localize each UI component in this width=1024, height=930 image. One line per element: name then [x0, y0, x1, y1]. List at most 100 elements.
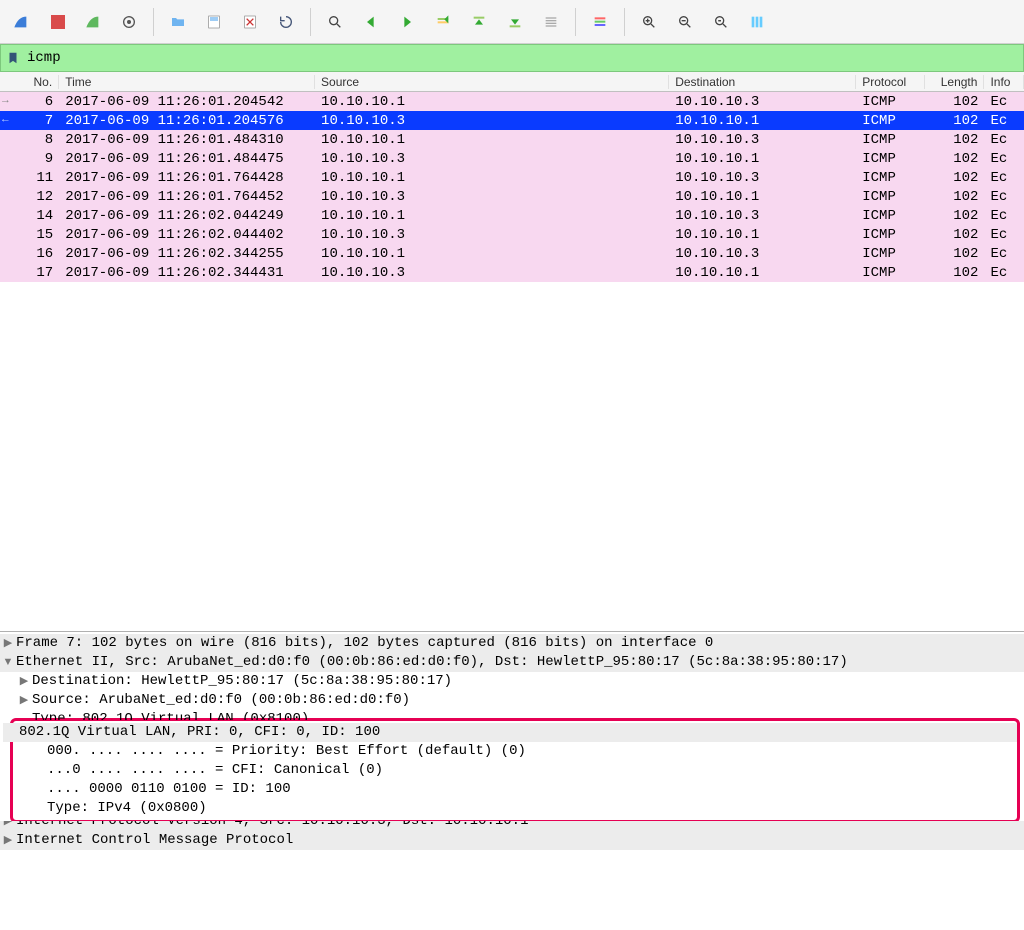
cell-no: 8 [0, 132, 59, 148]
tree-vlan[interactable]: 802.1Q Virtual LAN, PRI: 0, CFI: 0, ID: … [3, 723, 1017, 742]
tree-ethernet[interactable]: ▼ Ethernet II, Src: ArubaNet_ed:d0:f0 (0… [0, 653, 1024, 672]
resize-columns-icon[interactable] [742, 7, 772, 37]
column-header-source[interactable]: Source [315, 75, 669, 89]
save-file-icon[interactable] [199, 7, 229, 37]
cell-src: 10.10.10.1 [315, 246, 669, 262]
cell-no: 11 [0, 170, 59, 186]
tree-label: Destination: HewlettP_95:80:17 (5c:8a:38… [32, 672, 452, 691]
tree-vlan-pri[interactable]: 000. .... .... .... = Priority: Best Eff… [15, 742, 1017, 761]
go-first-icon[interactable] [464, 7, 494, 37]
zoom-reset-icon[interactable] [706, 7, 736, 37]
close-file-icon[interactable] [235, 7, 265, 37]
cell-time: 2017-06-09 11:26:01.764428 [59, 170, 315, 186]
tree-frame[interactable]: ▶ Frame 7: 102 bytes on wire (816 bits),… [0, 634, 1024, 653]
cell-prot: ICMP [856, 151, 925, 167]
packet-details-pane[interactable]: ▶ Frame 7: 102 bytes on wire (816 bits),… [0, 632, 1024, 930]
tree-eth-dst[interactable]: ▶ Destination: HewlettP_95:80:17 (5c:8a:… [0, 672, 1024, 691]
bookmark-icon[interactable] [5, 50, 21, 66]
vlan-highlight-box: 802.1Q Virtual LAN, PRI: 0, CFI: 0, ID: … [10, 718, 1020, 823]
cell-no: 12 [0, 189, 59, 205]
cell-dst: 10.10.10.1 [669, 227, 856, 243]
packet-row[interactable]: 122017-06-09 11:26:01.76445210.10.10.310… [0, 187, 1024, 206]
zoom-out-icon[interactable] [670, 7, 700, 37]
go-last-icon[interactable] [500, 7, 530, 37]
cell-len: 102 [925, 265, 984, 281]
tree-label: 000. .... .... .... = Priority: Best Eff… [47, 742, 526, 761]
tree-label: Type: IPv4 (0x0800) [47, 799, 207, 818]
cell-no: 15 [0, 227, 59, 243]
open-file-icon[interactable] [163, 7, 193, 37]
cell-info: Ec [984, 265, 1024, 281]
tree-label: 802.1Q Virtual LAN, PRI: 0, CFI: 0, ID: … [19, 723, 380, 742]
column-header-info[interactable]: Info [984, 75, 1024, 89]
expand-toggle-icon[interactable]: ▶ [0, 634, 16, 653]
tree-eth-src[interactable]: ▶ Source: ArubaNet_ed:d0:f0 (00:0b:86:ed… [0, 691, 1024, 710]
go-back-icon[interactable] [356, 7, 386, 37]
packet-row[interactable]: 112017-06-09 11:26:01.76442810.10.10.110… [0, 168, 1024, 187]
cell-prot: ICMP [856, 189, 925, 205]
go-forward-icon[interactable] [392, 7, 422, 37]
column-header-length[interactable]: Length [925, 75, 984, 89]
packet-list-body[interactable]: →62017-06-09 11:26:01.20454210.10.10.110… [0, 92, 1024, 631]
cell-len: 102 [925, 170, 984, 186]
collapse-toggle-icon[interactable]: ▼ [0, 653, 16, 672]
packet-list-header[interactable]: No. Time Source Destination Protocol Len… [0, 72, 1024, 92]
cell-dst: 10.10.10.1 [669, 113, 856, 129]
autoscroll-icon[interactable] [536, 7, 566, 37]
restart-capture-icon[interactable] [78, 7, 108, 37]
colorize-icon[interactable] [585, 7, 615, 37]
packet-row[interactable]: 82017-06-09 11:26:01.48431010.10.10.110.… [0, 130, 1024, 149]
capture-options-icon[interactable] [114, 7, 144, 37]
toolbar-separator [575, 8, 576, 36]
tree-label: Frame 7: 102 bytes on wire (816 bits), 1… [16, 634, 713, 653]
tree-vlan-cfi[interactable]: ...0 .... .... .... = CFI: Canonical (0) [15, 761, 1017, 780]
tree-vlan-type[interactable]: Type: IPv4 (0x0800) [15, 799, 1017, 818]
expand-toggle-icon[interactable]: ▶ [0, 821, 16, 831]
expand-toggle-icon[interactable]: ▶ [16, 672, 32, 691]
main-toolbar [0, 0, 1024, 44]
cell-info: Ec [984, 189, 1024, 205]
display-filter-input[interactable] [25, 48, 1019, 68]
cell-info: Ec [984, 94, 1024, 110]
tree-icmp[interactable]: ▶ Internet Control Message Protocol [0, 831, 1024, 850]
display-filter-bar [0, 44, 1024, 72]
expand-toggle-icon[interactable]: ▶ [0, 831, 16, 850]
expand-toggle-icon[interactable]: ▶ [16, 691, 32, 710]
toolbar-separator [310, 8, 311, 36]
tree-label: Ethernet II, Src: ArubaNet_ed:d0:f0 (00:… [16, 653, 848, 672]
column-header-protocol[interactable]: Protocol [856, 75, 925, 89]
reload-file-icon[interactable] [271, 7, 301, 37]
column-header-no[interactable]: No. [0, 75, 59, 89]
cell-len: 102 [925, 151, 984, 167]
cell-info: Ec [984, 151, 1024, 167]
cell-time: 2017-06-09 11:26:02.344431 [59, 265, 315, 281]
column-header-destination[interactable]: Destination [669, 75, 856, 89]
cell-info: Ec [984, 246, 1024, 262]
go-to-packet-icon[interactable] [428, 7, 458, 37]
zoom-in-icon[interactable] [634, 7, 664, 37]
packet-row[interactable]: →62017-06-09 11:26:01.20454210.10.10.110… [0, 92, 1024, 111]
cell-dst: 10.10.10.3 [669, 132, 856, 148]
packet-row[interactable]: 92017-06-09 11:26:01.48447510.10.10.310.… [0, 149, 1024, 168]
cell-dst: 10.10.10.3 [669, 246, 856, 262]
packet-row[interactable]: 162017-06-09 11:26:02.34425510.10.10.110… [0, 244, 1024, 263]
packet-list-pane: No. Time Source Destination Protocol Len… [0, 72, 1024, 632]
cell-no: 17 [0, 265, 59, 281]
packet-row[interactable]: 152017-06-09 11:26:02.04440210.10.10.310… [0, 225, 1024, 244]
cell-prot: ICMP [856, 170, 925, 186]
tree-label: ...0 .... .... .... = CFI: Canonical (0) [47, 761, 383, 780]
cell-prot: ICMP [856, 113, 925, 129]
find-packet-icon[interactable] [320, 7, 350, 37]
cell-time: 2017-06-09 11:26:01.764452 [59, 189, 315, 205]
tree-vlan-id[interactable]: .... 0000 0110 0100 = ID: 100 [15, 780, 1017, 799]
column-header-time[interactable]: Time [59, 75, 315, 89]
wireshark-window: No. Time Source Destination Protocol Len… [0, 0, 1024, 930]
cell-dst: 10.10.10.3 [669, 170, 856, 186]
tree-ip[interactable]: ▶ Internet Protocol Version 4, Src: 10.1… [0, 821, 1024, 831]
shark-fin-icon[interactable] [6, 7, 36, 37]
packet-row[interactable]: 172017-06-09 11:26:02.34443110.10.10.310… [0, 263, 1024, 282]
stop-capture-icon[interactable] [42, 7, 72, 37]
reply-arrow-icon: → [2, 95, 9, 107]
packet-row[interactable]: 142017-06-09 11:26:02.04424910.10.10.110… [0, 206, 1024, 225]
packet-row[interactable]: ←72017-06-09 11:26:01.20457610.10.10.310… [0, 111, 1024, 130]
